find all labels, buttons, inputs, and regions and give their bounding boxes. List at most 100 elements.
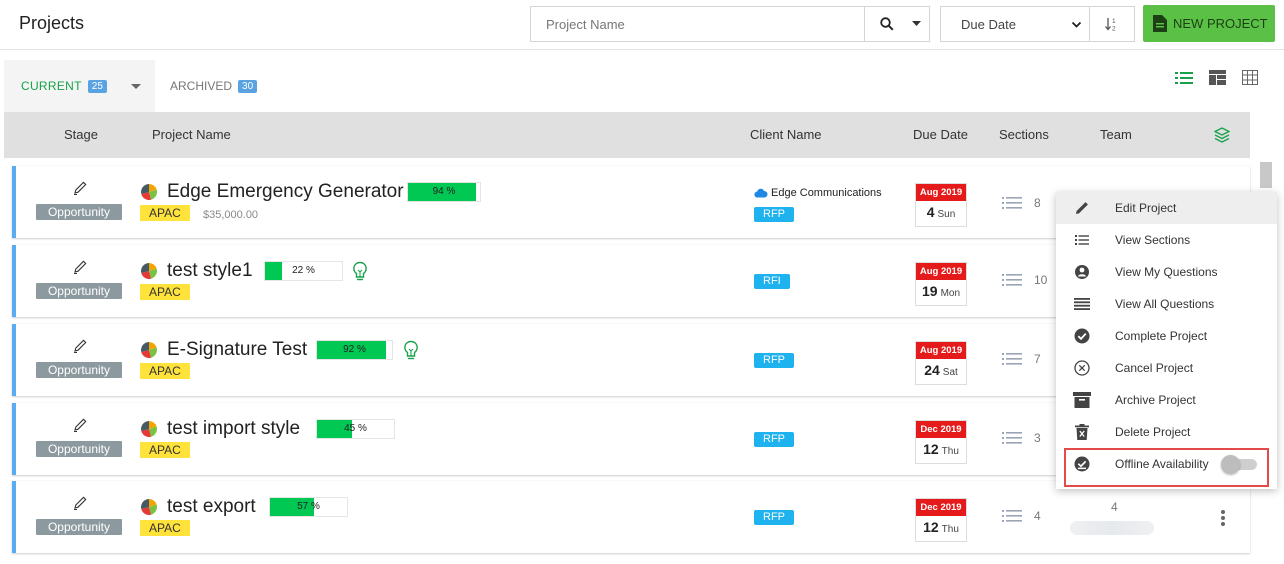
- sort-by-select[interactable]: Due Date: [940, 6, 1090, 42]
- due-date-month: Aug 2019: [916, 342, 966, 359]
- pencil-icon[interactable]: [72, 259, 88, 275]
- stage-badge: Opportunity: [36, 362, 122, 378]
- pie-chart-icon: [141, 342, 157, 358]
- tab-current-count: 25: [87, 79, 107, 93]
- pencil-icon[interactable]: [72, 180, 88, 196]
- grid-view-icon[interactable]: [1242, 70, 1258, 85]
- tab-current[interactable]: CURRENT 25: [4, 60, 155, 112]
- sections-count[interactable]: 10: [1002, 273, 1047, 287]
- pie-chart-icon: [141, 184, 157, 200]
- svg-text:1: 1: [1112, 18, 1116, 25]
- team-count: 4: [1111, 500, 1118, 514]
- svg-text:2: 2: [1112, 26, 1116, 33]
- tab-archived[interactable]: ARCHIVED 30: [170, 60, 258, 112]
- region-badge: APAC: [140, 284, 190, 300]
- request-type-badge: RFP: [754, 510, 794, 525]
- region-badge: APAC: [140, 520, 190, 536]
- lightbulb-icon[interactable]: [352, 261, 368, 283]
- menu-item-edit-project[interactable]: Edit Project: [1056, 192, 1277, 224]
- page-title: Projects: [19, 13, 85, 33]
- stage-badge: Opportunity: [36, 283, 122, 299]
- menu-item-delete-project[interactable]: Delete Project: [1056, 416, 1277, 448]
- lightbulb-icon[interactable]: [403, 340, 419, 362]
- offline-availability-toggle[interactable]: [1221, 455, 1257, 474]
- pie-chart-icon: [141, 421, 157, 437]
- project-name[interactable]: E-Signature Test: [167, 339, 307, 361]
- due-date-weekday: Mon: [940, 288, 961, 299]
- search-button[interactable]: [864, 6, 930, 42]
- project-context-menu: Edit Project View Sections View My Quest…: [1056, 192, 1277, 489]
- user-circle-icon: [1075, 265, 1089, 279]
- project-search-input[interactable]: [530, 6, 865, 42]
- stage-badge: Opportunity: [36, 519, 122, 535]
- region-badge: APAC: [140, 205, 190, 221]
- progress-bar: 57 %: [269, 497, 348, 517]
- due-date-month: Dec 2019: [916, 499, 966, 516]
- cloud-icon: [754, 188, 768, 198]
- column-header-due-date[interactable]: Due Date: [913, 127, 968, 142]
- progress-bar: 22 %: [264, 261, 343, 281]
- due-date-weekday: Thu: [941, 446, 959, 457]
- sections-count[interactable]: 7: [1002, 352, 1041, 366]
- menu-item-view-my-questions[interactable]: View My Questions: [1056, 256, 1277, 288]
- project-name[interactable]: test style1: [167, 260, 253, 282]
- chevron-down-icon: [1071, 21, 1082, 28]
- stage-badge: Opportunity: [36, 441, 122, 457]
- request-type-badge: RFP: [754, 207, 794, 222]
- due-date-month: Dec 2019: [916, 421, 966, 438]
- cancel-circle-icon: [1074, 360, 1090, 376]
- board-view-icon[interactable]: [1209, 70, 1226, 85]
- caret-down-icon[interactable]: [130, 83, 141, 89]
- project-name[interactable]: test export: [167, 496, 256, 518]
- scrollbar-thumb[interactable]: [1260, 162, 1272, 188]
- column-header-stage[interactable]: Stage: [64, 127, 98, 142]
- column-header-project-name[interactable]: Project Name: [152, 127, 231, 142]
- column-header-sections[interactable]: Sections: [999, 127, 1049, 142]
- tab-archived-label: ARCHIVED: [170, 79, 233, 93]
- sort-direction-button[interactable]: 12: [1089, 6, 1135, 42]
- due-date: Aug 2019 24 Sat: [915, 341, 967, 385]
- column-header-team[interactable]: Team: [1100, 127, 1132, 142]
- due-date-weekday: Sun: [937, 209, 956, 220]
- layers-icon[interactable]: [1214, 127, 1230, 143]
- menu-item-cancel-project[interactable]: Cancel Project: [1056, 352, 1277, 384]
- pencil-icon[interactable]: [72, 338, 88, 354]
- column-header-client-name[interactable]: Client Name: [750, 127, 822, 142]
- list-icon: [1002, 353, 1022, 365]
- sections-count-value: 3: [1034, 431, 1041, 445]
- menu-item-label: Cancel Project: [1115, 361, 1194, 375]
- list-icon: [1075, 235, 1089, 245]
- stage-badge: Opportunity: [36, 204, 122, 220]
- menu-item-view-sections[interactable]: View Sections: [1056, 224, 1277, 256]
- archive-icon: [1073, 392, 1091, 408]
- progress-bar: 94 %: [407, 182, 481, 202]
- chevron-down-icon[interactable]: [912, 21, 921, 27]
- menu-item-archive-project[interactable]: Archive Project: [1056, 384, 1277, 416]
- project-name[interactable]: Edge Emergency Generator: [167, 181, 404, 203]
- tab-archived-count: 30: [238, 79, 258, 93]
- sections-count[interactable]: 8: [1002, 196, 1041, 210]
- sections-count[interactable]: 3: [1002, 431, 1041, 445]
- new-project-button[interactable]: NEW PROJECT: [1143, 5, 1275, 42]
- lines-icon: [1074, 298, 1090, 310]
- menu-item-view-all-questions[interactable]: View All Questions: [1056, 288, 1277, 320]
- menu-item-complete-project[interactable]: Complete Project: [1056, 320, 1277, 352]
- pie-chart-icon: [141, 263, 157, 279]
- sort-ascending-icon: 12: [1105, 18, 1116, 33]
- sections-count-value: 7: [1034, 352, 1041, 366]
- request-type-badge: RFP: [754, 432, 794, 447]
- list-view-icon[interactable]: [1175, 71, 1193, 85]
- project-amount: $35,000.00: [203, 209, 259, 221]
- due-date-day: 24: [924, 362, 940, 378]
- progress-label: 92 %: [343, 344, 366, 355]
- more-options-icon[interactable]: [1220, 509, 1226, 527]
- sections-count[interactable]: 4: [1002, 509, 1041, 523]
- project-name[interactable]: test import style: [167, 418, 300, 440]
- toggle-knob: [1221, 455, 1240, 474]
- team-avatars-blurred: [1070, 521, 1154, 535]
- top-bar: Projects Due Date 12 NEW PROJECT: [0, 0, 1284, 50]
- pencil-icon[interactable]: [72, 417, 88, 433]
- pencil-icon[interactable]: [72, 495, 88, 511]
- project-row[interactable]: Opportunity test export 57 % APAC RFP De…: [12, 481, 1250, 553]
- menu-item-label: Complete Project: [1115, 329, 1208, 343]
